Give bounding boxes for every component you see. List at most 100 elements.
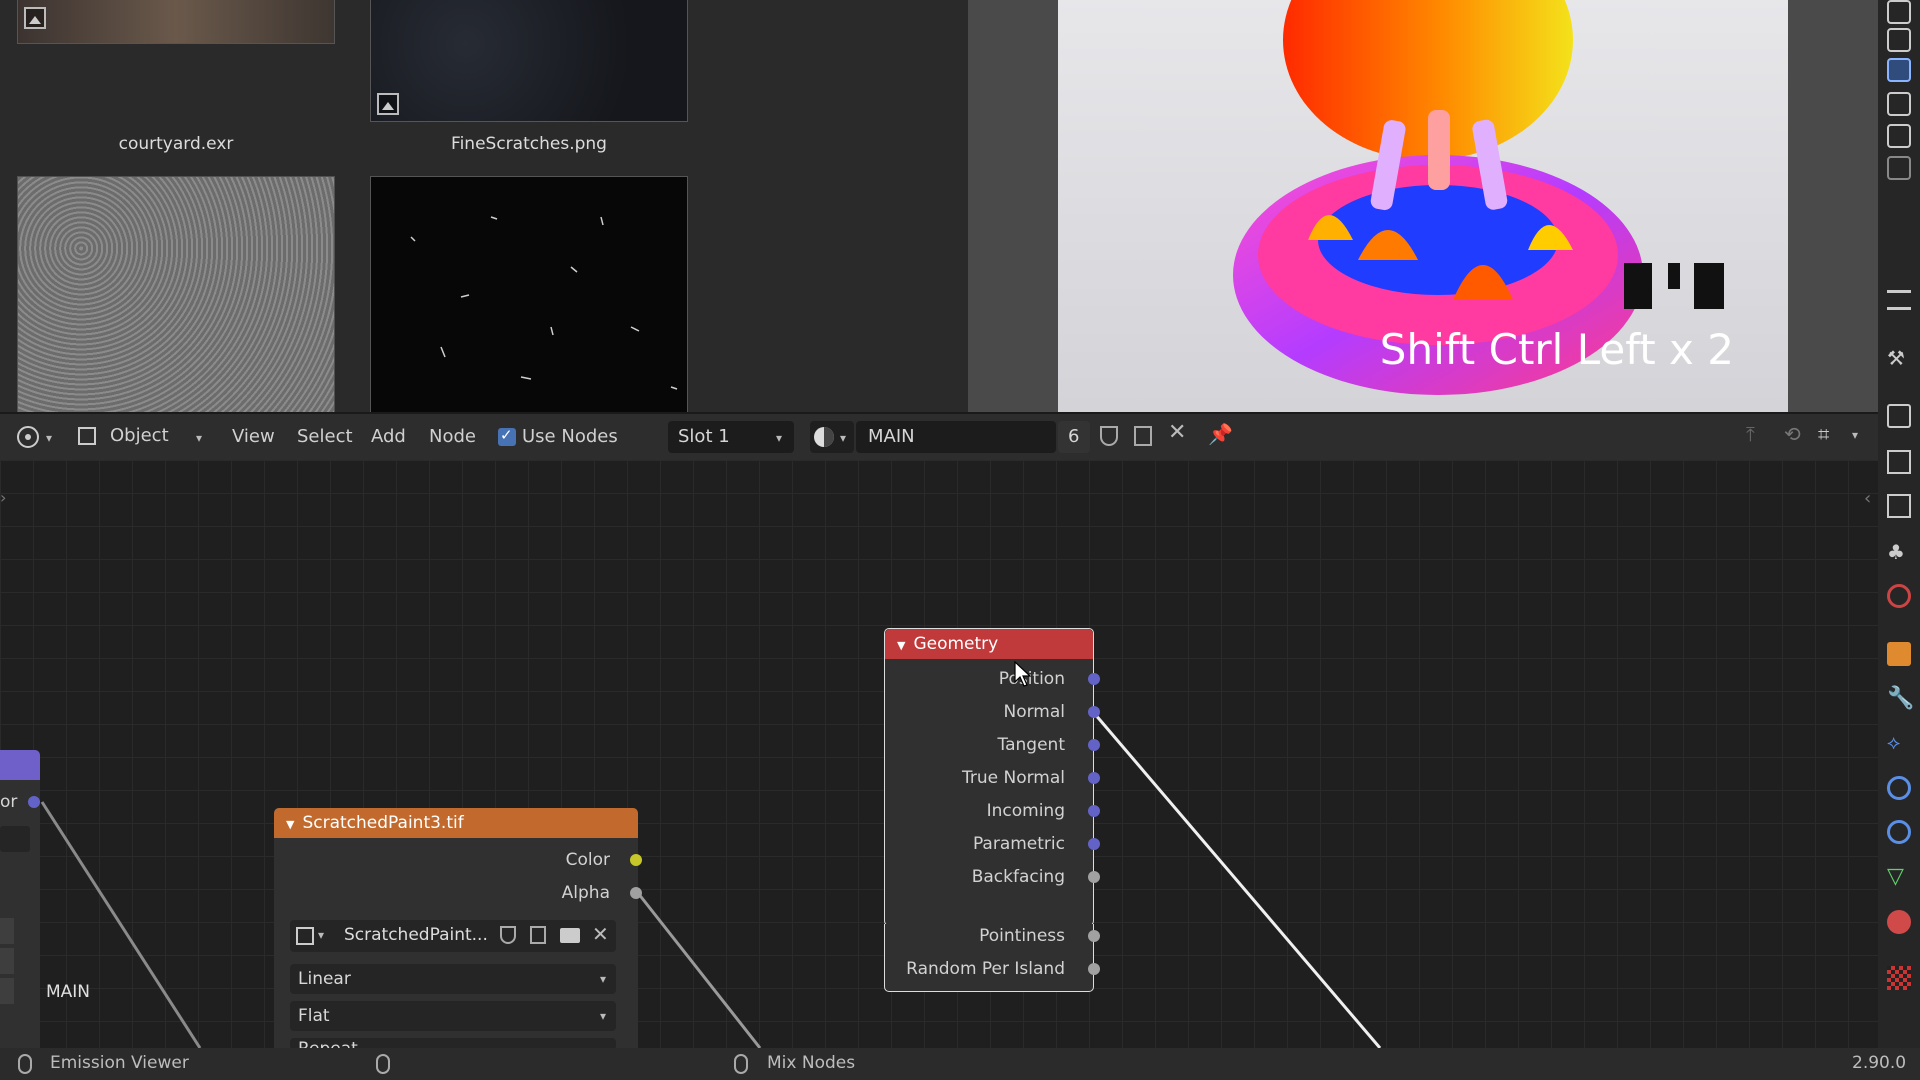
extension-dropdown[interactable]: Repeat xyxy=(290,1038,616,1048)
material-browse-button[interactable]: ▾ xyxy=(810,421,854,453)
camera-icon[interactable] xyxy=(1887,124,1911,148)
socket-label: or xyxy=(0,792,18,812)
fake-user-shield-icon[interactable] xyxy=(500,926,516,944)
object-mode-icon xyxy=(78,427,96,445)
alpha-output-socket[interactable] xyxy=(630,887,642,899)
output-properties-icon[interactable] xyxy=(1887,450,1911,474)
snap-icon[interactable]: ⟲ xyxy=(1784,422,1801,446)
status-left-text: Emission Viewer xyxy=(50,1053,189,1073)
sidebar-toggle-icon[interactable] xyxy=(1887,290,1911,310)
parametric-output-socket[interactable] xyxy=(1088,838,1100,850)
thumbnail-courtyard[interactable] xyxy=(17,0,335,44)
partial-field[interactable] xyxy=(0,918,14,944)
object-properties-icon[interactable] xyxy=(1887,642,1911,666)
pin-icon[interactable]: 📌 xyxy=(1208,422,1233,446)
thumbnail-scratches-black[interactable] xyxy=(370,176,688,412)
incoming-output-socket[interactable] xyxy=(1088,805,1100,817)
menu-select[interactable]: Select xyxy=(297,426,353,447)
geometry-node-header[interactable]: ▼ Geometry xyxy=(885,629,1093,659)
viewport-margin-right xyxy=(1788,0,1878,412)
render-properties-icon[interactable] xyxy=(1887,404,1911,428)
image-browse-icon[interactable] xyxy=(296,927,314,945)
thumbnail-finescratches[interactable] xyxy=(370,0,688,122)
snap-grid-icon[interactable]: ⌗ xyxy=(1818,422,1829,446)
random-per-island-output-label: Random Per Island xyxy=(906,959,1065,979)
color-output-socket[interactable] xyxy=(630,854,642,866)
modifier-icon[interactable]: 🔧 xyxy=(1887,686,1914,711)
slot-selector[interactable]: Slot 1 ▾ xyxy=(668,421,794,453)
duplicate-icon[interactable] xyxy=(530,926,546,944)
output-socket[interactable] xyxy=(28,796,40,808)
tool-icon[interactable]: ⚒ xyxy=(1887,346,1911,370)
user-count-field[interactable]: 6 xyxy=(1058,421,1090,453)
menu-node[interactable]: Node xyxy=(429,426,476,447)
image-selector[interactable]: ▾ ScratchedPaint... ✕ xyxy=(290,920,616,952)
menu-add[interactable]: Add xyxy=(371,426,406,447)
constraints-icon[interactable] xyxy=(1887,820,1911,844)
tangent-output-socket[interactable] xyxy=(1088,739,1100,751)
editor-type-button[interactable]: ▾ xyxy=(10,421,62,453)
pointiness-output-socket[interactable] xyxy=(1088,930,1100,942)
alpha-output-label: Alpha xyxy=(561,883,610,903)
backfacing-output-socket[interactable] xyxy=(1088,871,1100,883)
projection-dropdown[interactable]: Flat ▾ xyxy=(290,1001,616,1031)
partial-field[interactable] xyxy=(0,978,14,1004)
mouse-left-icon xyxy=(18,1054,32,1074)
camera-off-icon[interactable] xyxy=(1887,156,1911,180)
collapse-right-arrow[interactable]: ‹ xyxy=(1864,488,1871,509)
file-name-label: courtyard.exr xyxy=(118,134,234,154)
collapse-triangle-icon[interactable]: ▼ xyxy=(897,639,905,652)
partial-node-header xyxy=(0,750,40,780)
image-texture-node-header[interactable]: ▼ ScratchedPaint3.tif xyxy=(274,808,638,838)
scene-icon[interactable]: ♣ xyxy=(1887,540,1911,564)
incoming-output-label: Incoming xyxy=(986,801,1065,821)
geometry-node[interactable]: ▼ Geometry Position Normal Tangent True N… xyxy=(884,628,1100,926)
partial-field[interactable] xyxy=(0,948,14,974)
camera-icon[interactable] xyxy=(1887,0,1911,24)
duplicate-icon[interactable] xyxy=(1134,426,1152,446)
status-bar: Emission Viewer Mix Nodes 2.90.0 xyxy=(0,1048,1920,1080)
open-folder-icon[interactable] xyxy=(560,928,580,943)
interpolation-dropdown[interactable]: Linear ▾ xyxy=(290,964,616,994)
version-label: 2.90.0 xyxy=(1852,1053,1907,1073)
pointiness-output-label: Pointiness xyxy=(979,926,1065,946)
menu-view[interactable]: View xyxy=(232,426,275,447)
camera-icon[interactable] xyxy=(1887,28,1911,52)
node-editor-icon xyxy=(17,426,39,448)
texture-icon[interactable] xyxy=(1887,966,1911,990)
collapse-left-arrow[interactable]: › xyxy=(0,488,6,507)
close-icon[interactable]: ✕ xyxy=(1168,420,1186,445)
normal-output-socket[interactable] xyxy=(1088,706,1100,718)
thumbnail-concrete[interactable] xyxy=(17,176,335,412)
random-per-island-output-socket[interactable] xyxy=(1088,963,1100,975)
use-nodes-checkbox[interactable] xyxy=(498,426,516,446)
mouse-cursor-icon xyxy=(1014,660,1032,687)
material-icon[interactable] xyxy=(1887,910,1911,934)
file-name-label: FineScratches.png xyxy=(451,134,607,154)
material-output-label: MAIN xyxy=(46,982,91,1002)
true-normal-output-socket[interactable] xyxy=(1088,772,1100,784)
render-preview: Shift Ctrl Left x 2 xyxy=(1058,0,1788,412)
material-name-field[interactable]: MAIN xyxy=(856,421,1056,453)
view-layer-icon[interactable] xyxy=(1887,494,1911,518)
image-texture-node[interactable]: ▼ ScratchedPaint3.tif Color Alpha ▾ Scrat… xyxy=(274,808,642,1048)
camera-icon[interactable] xyxy=(1887,92,1911,116)
image-icon xyxy=(24,7,46,29)
world-icon[interactable] xyxy=(1887,584,1911,608)
mode-selector[interactable]: Object ▾ xyxy=(74,421,214,453)
fake-user-shield-icon[interactable] xyxy=(1100,426,1118,446)
image-name: ScratchedPaint... xyxy=(344,925,488,945)
particles-icon[interactable]: ⟡ xyxy=(1887,730,1911,754)
position-output-socket[interactable] xyxy=(1088,673,1100,685)
camera-icon[interactable] xyxy=(1887,58,1911,82)
node-editor-header: ▾ Object ▾ View Select Add Node Use Node… xyxy=(0,412,1878,460)
partial-dropdown[interactable] xyxy=(0,826,30,852)
viewport-3d[interactable]: Shift Ctrl Left x 2 xyxy=(968,0,1878,412)
partial-shader-node[interactable]: or xyxy=(0,750,40,1048)
node-editor-canvas[interactable]: › ‹ or MAIN ▼ ScratchedPaint3.tif Color A… xyxy=(0,460,1878,1048)
physics-icon[interactable] xyxy=(1887,776,1911,800)
object-data-icon[interactable]: ▽ xyxy=(1887,864,1911,889)
unlink-close-icon[interactable]: ✕ xyxy=(592,922,609,946)
parent-node-tree-icon[interactable]: ⤒ xyxy=(1746,422,1755,446)
collapse-triangle-icon[interactable]: ▼ xyxy=(286,818,294,831)
